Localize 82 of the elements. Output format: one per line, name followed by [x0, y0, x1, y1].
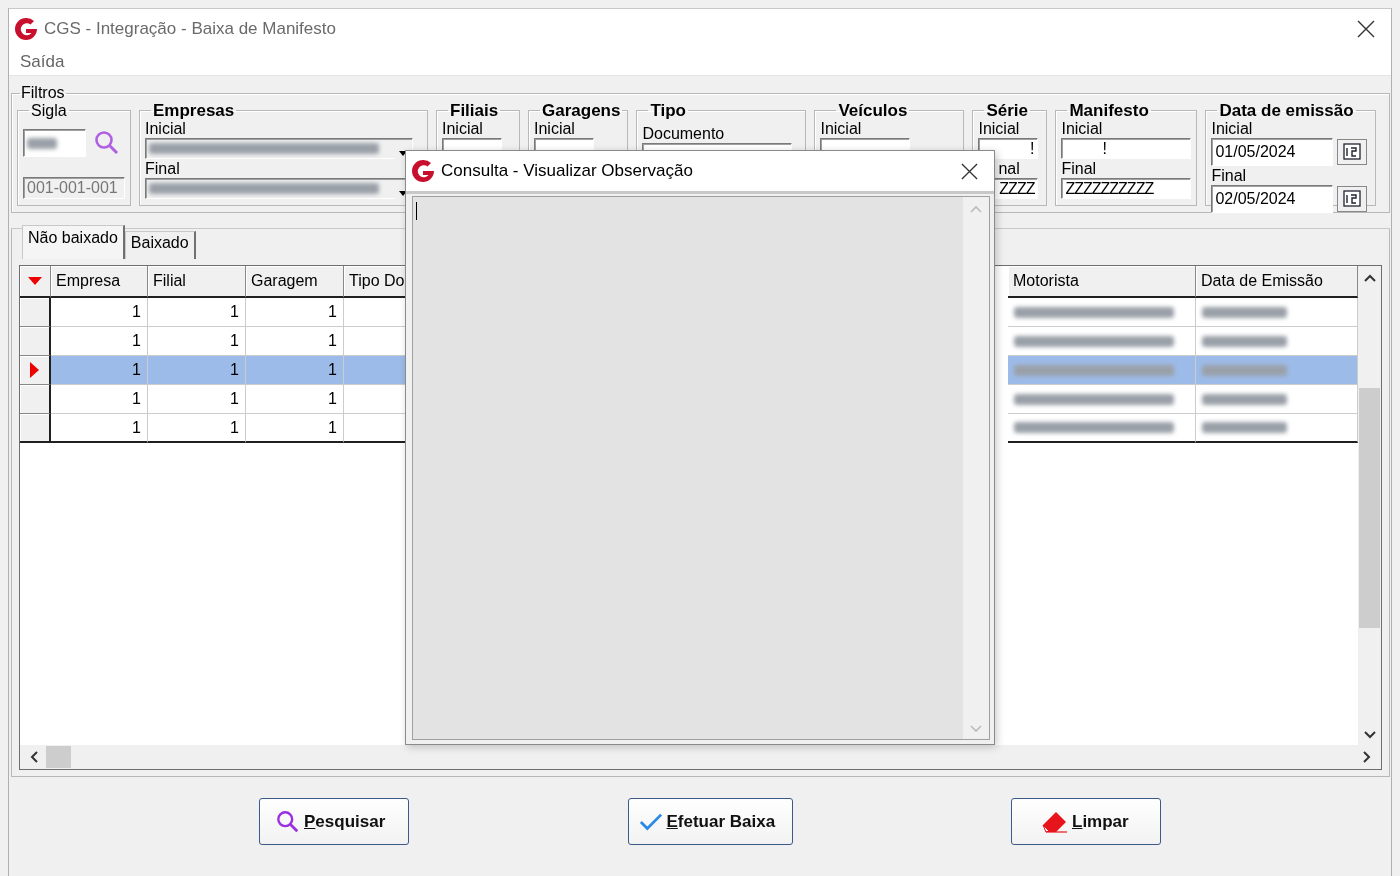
input-field[interactable]	[23, 129, 86, 157]
table-cell: 1	[148, 298, 246, 327]
table-cell	[344, 356, 406, 385]
tab[interactable]: Baixado	[124, 231, 196, 259]
eraser-icon	[1042, 809, 1068, 834]
scroll-right-icon[interactable]	[1363, 751, 1371, 763]
input-field[interactable]: ZZZZZZZZZZ	[1061, 178, 1192, 199]
table-cell: 1	[51, 298, 148, 327]
column-header[interactable]: Tipo Do	[344, 266, 406, 298]
row-selector[interactable]	[20, 414, 51, 443]
group-title: Filtros	[20, 84, 66, 102]
column-header[interactable]: Motorista	[1008, 266, 1196, 298]
field-label: Final	[1061, 159, 1098, 178]
scroll-down-icon[interactable]	[1363, 731, 1376, 739]
row-selector[interactable]	[20, 356, 51, 385]
logo-icon	[14, 16, 38, 41]
table-cell: 1	[51, 356, 148, 385]
search-icon[interactable]	[94, 130, 120, 156]
clear-button[interactable]: Limpar	[1011, 798, 1161, 845]
field-label: Inicial	[145, 119, 187, 138]
calendar-icon[interactable]	[1337, 186, 1368, 212]
group-title: Tipo	[649, 102, 687, 119]
field-label: Inicial	[442, 119, 484, 138]
field-label: Inicial	[978, 119, 1021, 138]
row-selector[interactable]	[20, 385, 51, 414]
close-icon[interactable]	[1357, 19, 1375, 38]
group-title: Filiais	[449, 102, 500, 119]
table-cell: 1	[246, 385, 344, 414]
table-cell: 1	[246, 356, 344, 385]
scroll-thumb[interactable]	[46, 746, 71, 768]
table-cell: 1	[148, 385, 246, 414]
table-cell: 1	[51, 414, 148, 443]
group-title: Garagens	[541, 102, 622, 119]
field-label: Inicial	[820, 119, 863, 138]
group-title: Data de emissão	[1218, 102, 1355, 119]
window-title: CGS - Integração - Baixa de Manifesto	[44, 18, 337, 39]
input-field[interactable]: !	[1061, 138, 1192, 159]
current-row-icon	[30, 362, 39, 378]
table-cell: 1	[51, 385, 148, 414]
field-label: Final	[1211, 166, 1248, 185]
input-field[interactable]: 001-001-001	[23, 177, 125, 199]
sort-indicator-cell[interactable]	[20, 266, 51, 298]
table-cell: 1	[246, 414, 344, 443]
date-field[interactable]: 02/05/2024	[1211, 185, 1334, 213]
field-label: Final	[145, 159, 181, 178]
table-cell: 1	[148, 414, 246, 443]
date-field[interactable]: 01/05/2024	[1211, 138, 1334, 166]
column-header[interactable]: Garagem	[246, 266, 344, 298]
vertical-scrollbar[interactable]	[1358, 266, 1381, 745]
group-title: Série	[985, 102, 1030, 119]
group-title: Sigla	[30, 102, 68, 119]
table-cell: 1	[246, 298, 344, 327]
search-icon	[276, 809, 300, 834]
group-title: Veículos	[837, 102, 909, 119]
scroll-thumb[interactable]	[1359, 388, 1380, 628]
field-label: Inicial	[1211, 119, 1254, 138]
calendar-icon[interactable]	[1337, 139, 1368, 165]
scroll-up-icon[interactable]	[1363, 274, 1376, 282]
dialog-title: Consulta - Visualizar Observação	[441, 161, 694, 181]
blurred-text	[27, 137, 57, 149]
search-button[interactable]: Pesquisar	[259, 798, 409, 845]
row-selector[interactable]	[20, 327, 51, 356]
column-header[interactable]: Filial	[148, 266, 246, 298]
group-title: Empresas	[152, 102, 236, 119]
field-label: Inicial	[1061, 119, 1104, 138]
field-label: Inicial	[534, 119, 576, 138]
close-icon[interactable]	[961, 162, 978, 180]
logo-icon	[411, 159, 435, 183]
field-label: Documento	[642, 124, 726, 143]
group-title: Manifesto	[1068, 102, 1150, 119]
sort-arrow-icon	[28, 277, 42, 285]
check-icon	[638, 811, 663, 832]
field-label: nal	[997, 159, 1021, 178]
column-header[interactable]: Data de Emissão	[1196, 266, 1358, 298]
scroll-left-icon[interactable]	[30, 751, 38, 763]
tab[interactable]: Não baixado	[22, 225, 125, 259]
horizontal-scrollbar[interactable]	[20, 745, 1381, 769]
menu-item[interactable]: Saída	[20, 51, 65, 72]
table-cell: 1	[148, 356, 246, 385]
row-selector[interactable]	[20, 298, 51, 327]
column-header[interactable]: Empresa	[51, 266, 148, 298]
confirm-button[interactable]: Efetuar Baixa	[627, 798, 793, 845]
